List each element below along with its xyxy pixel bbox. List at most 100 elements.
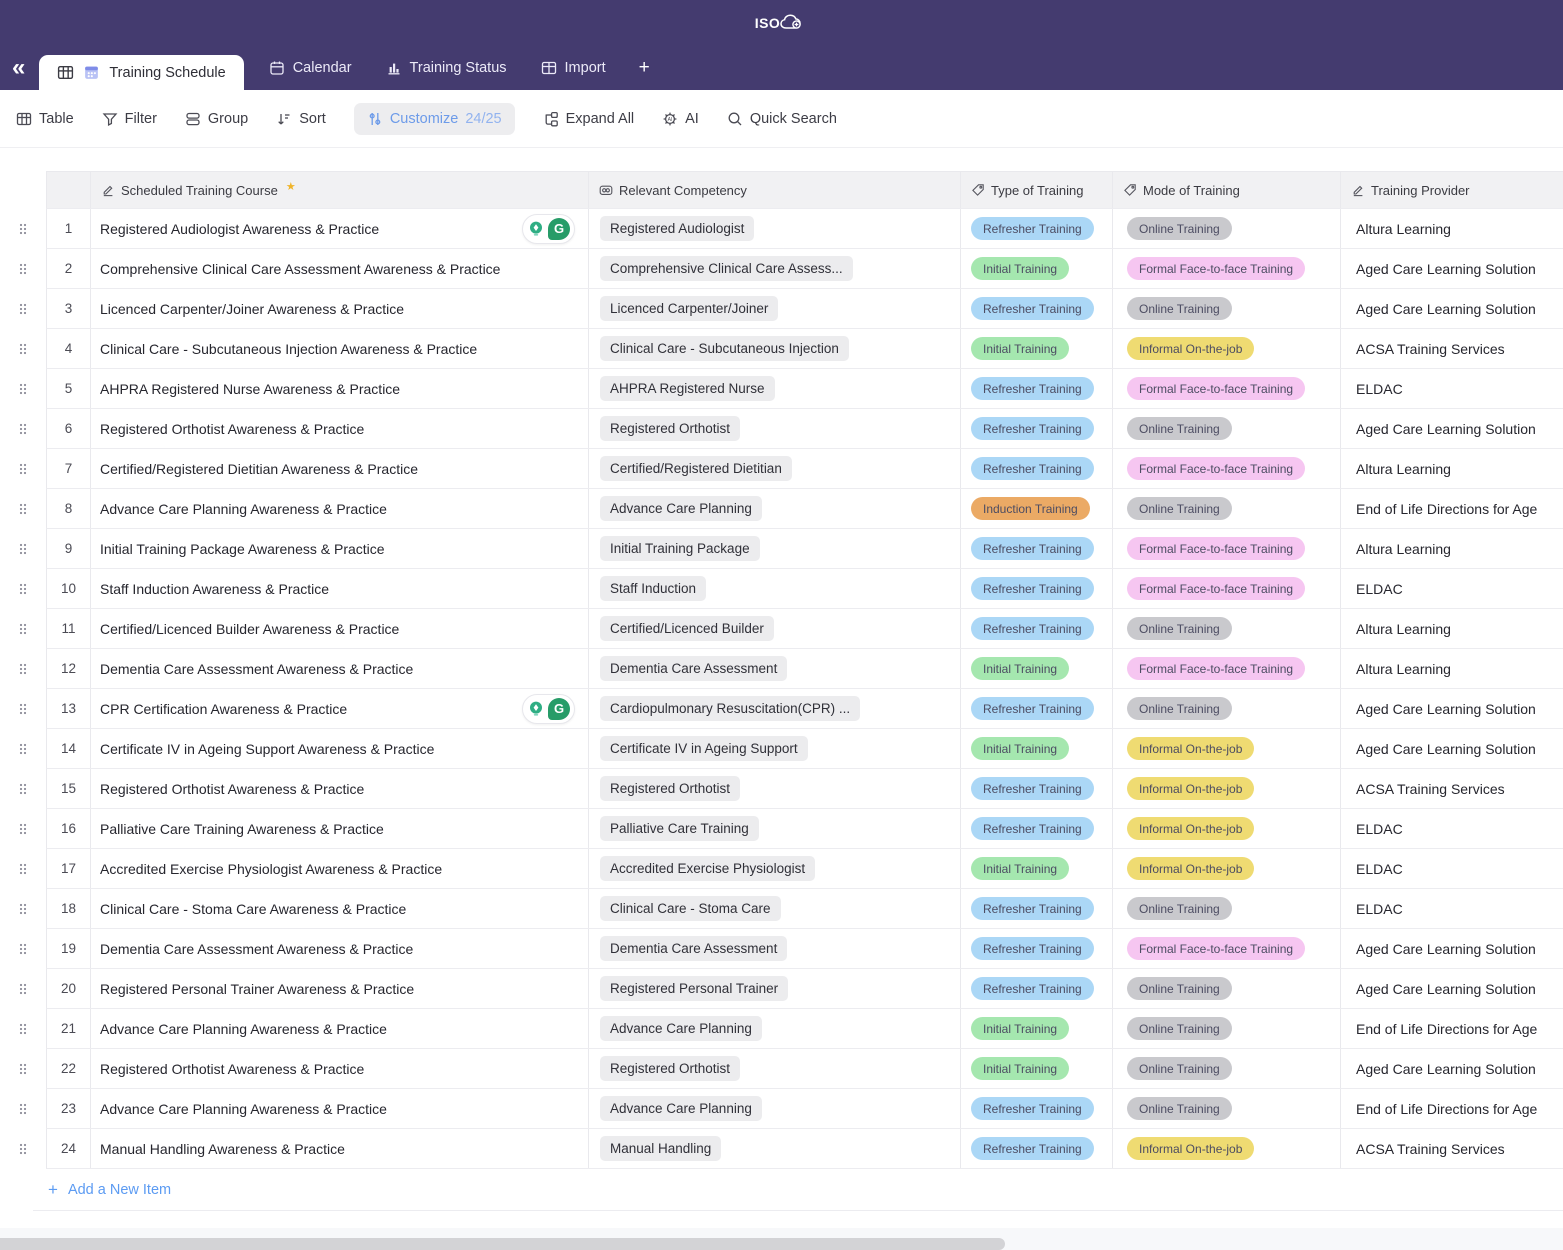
row-number-cell[interactable]: 9	[47, 529, 91, 568]
type-of-training-cell[interactable]: Initial Training	[961, 849, 1113, 888]
type-of-training-cell[interactable]: Refresher Training	[961, 969, 1113, 1008]
competency-cell[interactable]: Registered Orthotist	[589, 769, 961, 808]
drag-handle[interactable]	[18, 662, 28, 676]
drag-handle[interactable]	[18, 1062, 28, 1076]
competency-cell[interactable]: Initial Training Package	[589, 529, 961, 568]
sidebar-collapse-button[interactable]: «	[8, 45, 29, 90]
drag-handle[interactable]	[18, 982, 28, 996]
mode-of-training-cell[interactable]: Online Training	[1113, 609, 1341, 648]
mode-of-training-cell[interactable]: Formal Face-to-face Training	[1113, 649, 1341, 688]
drag-handle[interactable]	[18, 262, 28, 276]
course-cell[interactable]: Licenced Carpenter/Joiner Awareness & Pr…	[91, 289, 589, 328]
type-of-training-cell[interactable]: Initial Training	[961, 249, 1113, 288]
mode-of-training-cell[interactable]: Online Training	[1113, 209, 1341, 248]
course-cell[interactable]: Clinical Care - Subcutaneous Injection A…	[91, 329, 589, 368]
row-number-cell[interactable]: 24	[47, 1129, 91, 1168]
course-cell[interactable]: Certificate IV in Ageing Support Awarene…	[91, 729, 589, 768]
provider-cell[interactable]: Aged Care Learning Solution	[1341, 969, 1563, 1008]
competency-cell[interactable]: Registered Personal Trainer	[589, 969, 961, 1008]
drag-handle[interactable]	[18, 942, 28, 956]
course-plugins[interactable]: G	[522, 694, 575, 724]
drag-handle[interactable]	[18, 462, 28, 476]
drag-handle[interactable]	[18, 1022, 28, 1036]
provider-cell[interactable]: Altura Learning	[1341, 609, 1563, 648]
mode-of-training-cell[interactable]: Informal On-the-job	[1113, 729, 1341, 768]
provider-cell[interactable]: ACSA Training Services	[1341, 329, 1563, 368]
row-number-cell[interactable]: 18	[47, 889, 91, 928]
competency-cell[interactable]: Advance Care Planning	[589, 1089, 961, 1128]
provider-cell[interactable]: ELDAC	[1341, 809, 1563, 848]
row-number-cell[interactable]: 15	[47, 769, 91, 808]
column-header-mode[interactable]: Mode of Training	[1113, 172, 1341, 208]
course-cell[interactable]: Advance Care Planning Awareness & Practi…	[91, 1009, 589, 1048]
mode-of-training-cell[interactable]: Formal Face-to-face Training	[1113, 929, 1341, 968]
competency-cell[interactable]: Staff Induction	[589, 569, 961, 608]
course-cell[interactable]: Advance Care Planning Awareness & Practi…	[91, 1089, 589, 1128]
row-number-cell[interactable]: 7	[47, 449, 91, 488]
competency-cell[interactable]: Manual Handling	[589, 1129, 961, 1168]
course-cell[interactable]: Manual Handling Awareness & Practice	[91, 1129, 589, 1168]
mode-of-training-cell[interactable]: Informal On-the-job	[1113, 1129, 1341, 1168]
mode-of-training-cell[interactable]: Online Training	[1113, 1089, 1341, 1128]
group-button[interactable]: Group	[185, 111, 248, 127]
course-cell[interactable]: CPR Certification Awareness & Practice G	[91, 689, 589, 728]
row-number-cell[interactable]: 23	[47, 1089, 91, 1128]
provider-cell[interactable]: Altura Learning	[1341, 449, 1563, 488]
add-new-item-button[interactable]: + Add a New Item	[33, 1169, 1563, 1211]
column-header-provider[interactable]: Training Provider	[1341, 172, 1563, 208]
quick-search-button[interactable]: Quick Search	[727, 111, 837, 127]
table-view-button[interactable]: Table	[16, 111, 74, 127]
row-number-cell[interactable]: 8	[47, 489, 91, 528]
drag-handle[interactable]	[18, 622, 28, 636]
type-of-training-cell[interactable]: Refresher Training	[961, 769, 1113, 808]
row-number-cell[interactable]: 4	[47, 329, 91, 368]
course-cell[interactable]: Certified/Licenced Builder Awareness & P…	[91, 609, 589, 648]
mode-of-training-cell[interactable]: Online Training	[1113, 689, 1341, 728]
provider-cell[interactable]: ACSA Training Services	[1341, 769, 1563, 808]
provider-cell[interactable]: ELDAC	[1341, 849, 1563, 888]
provider-cell[interactable]: ELDAC	[1341, 569, 1563, 608]
column-header-course[interactable]: Scheduled Training Course ★	[91, 172, 589, 208]
competency-cell[interactable]: Advance Care Planning	[589, 1009, 961, 1048]
competency-cell[interactable]: Licenced Carpenter/Joiner	[589, 289, 961, 328]
tab-training-status[interactable]: Training Status	[369, 45, 524, 90]
expand-all-button[interactable]: Expand All	[543, 111, 635, 127]
provider-cell[interactable]: ACSA Training Services	[1341, 1129, 1563, 1168]
course-cell[interactable]: AHPRA Registered Nurse Awareness & Pract…	[91, 369, 589, 408]
course-cell[interactable]: Advance Care Planning Awareness & Practi…	[91, 489, 589, 528]
course-cell[interactable]: Registered Orthotist Awareness & Practic…	[91, 409, 589, 448]
provider-cell[interactable]: End of Life Directions for Age	[1341, 489, 1563, 528]
type-of-training-cell[interactable]: Initial Training	[961, 1049, 1113, 1088]
row-number-cell[interactable]: 16	[47, 809, 91, 848]
competency-cell[interactable]: Registered Orthotist	[589, 409, 961, 448]
type-of-training-cell[interactable]: Refresher Training	[961, 609, 1113, 648]
tab-import[interactable]: Import	[524, 45, 623, 90]
drag-handle[interactable]	[18, 582, 28, 596]
competency-cell[interactable]: Clinical Care - Subcutaneous Injection	[589, 329, 961, 368]
competency-cell[interactable]: Advance Care Planning	[589, 489, 961, 528]
drag-handle[interactable]	[18, 1142, 28, 1156]
filter-button[interactable]: Filter	[102, 111, 157, 127]
drag-handle[interactable]	[18, 382, 28, 396]
row-number-cell[interactable]: 3	[47, 289, 91, 328]
competency-cell[interactable]: AHPRA Registered Nurse	[589, 369, 961, 408]
course-plugins[interactable]: G	[522, 214, 575, 244]
provider-cell[interactable]: ELDAC	[1341, 369, 1563, 408]
sort-button[interactable]: Sort	[276, 111, 326, 127]
course-cell[interactable]: Registered Audiologist Awareness & Pract…	[91, 209, 589, 248]
customize-button[interactable]: Customize 24/25	[354, 103, 515, 135]
competency-cell[interactable]: Comprehensive Clinical Care Assess...	[589, 249, 961, 288]
competency-cell[interactable]: Clinical Care - Stoma Care	[589, 889, 961, 928]
competency-cell[interactable]: Palliative Care Training	[589, 809, 961, 848]
type-of-training-cell[interactable]: Refresher Training	[961, 409, 1113, 448]
competency-cell[interactable]: Registered Orthotist	[589, 1049, 961, 1088]
ai-button[interactable]: AI AI	[662, 111, 699, 127]
drag-handle[interactable]	[18, 822, 28, 836]
mode-of-training-cell[interactable]: Formal Face-to-face Training	[1113, 369, 1341, 408]
type-of-training-cell[interactable]: Refresher Training	[961, 689, 1113, 728]
mode-of-training-cell[interactable]: Online Training	[1113, 289, 1341, 328]
drag-handle[interactable]	[18, 222, 28, 236]
course-cell[interactable]: Palliative Care Training Awareness & Pra…	[91, 809, 589, 848]
course-cell[interactable]: Dementia Care Assessment Awareness & Pra…	[91, 929, 589, 968]
drag-handle[interactable]	[18, 902, 28, 916]
